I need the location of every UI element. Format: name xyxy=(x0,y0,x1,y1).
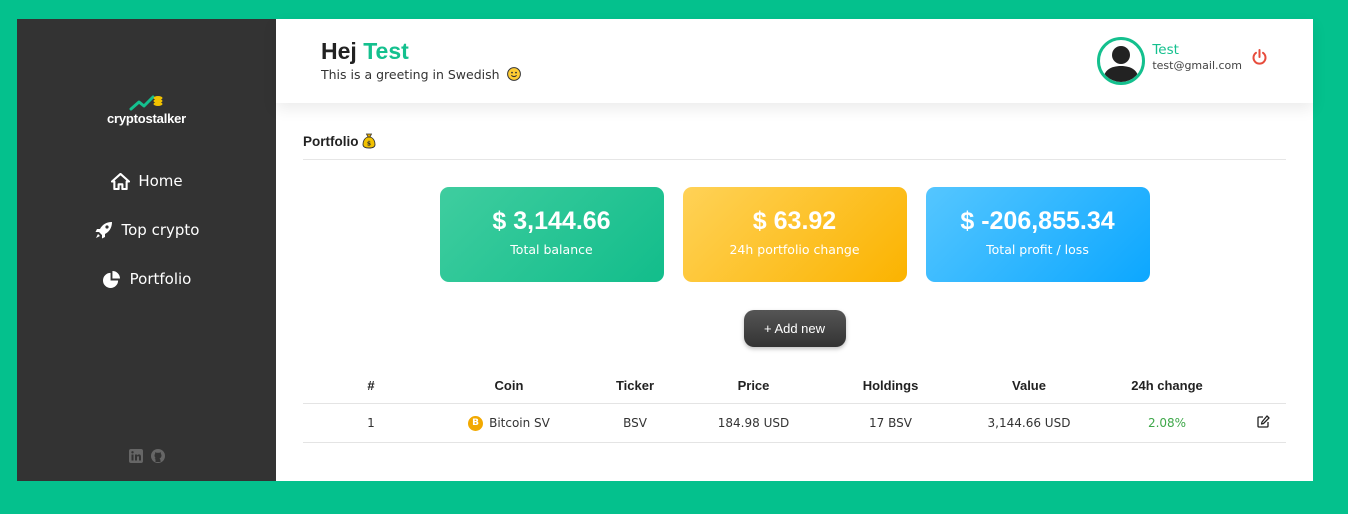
column-header-actions xyxy=(1241,369,1286,404)
column-header-24h-change: 24h change xyxy=(1093,369,1241,404)
rocket-icon xyxy=(94,220,114,240)
greeting-name: Test xyxy=(363,38,409,64)
card-label: Total profit / loss xyxy=(986,242,1089,257)
pie-chart-icon xyxy=(102,269,122,289)
table-header-row: # Coin Ticker Price Holdings Value 24h c… xyxy=(303,369,1286,404)
coin-wrapper: B Bitcoin SV xyxy=(468,415,550,431)
money-bag-icon: $ xyxy=(362,133,376,149)
logo-chart-icon xyxy=(129,95,162,111)
card-label: Total balance xyxy=(510,242,593,257)
bitcoin-sv-icon: B xyxy=(468,415,484,431)
logo[interactable]: cryptostalker xyxy=(17,91,276,126)
column-header-number: # xyxy=(303,369,439,404)
greeting-prefix: Hej xyxy=(321,38,357,64)
add-new-wrapper: + Add new xyxy=(303,310,1286,347)
sidebar-item-label: Home xyxy=(138,172,183,190)
edit-icon[interactable] xyxy=(1257,414,1270,428)
coin-name: Bitcoin SV xyxy=(489,416,550,431)
total-balance-card: $ 3,144.66 Total balance xyxy=(439,187,664,282)
social-links xyxy=(17,449,276,463)
summary-cards: $ 3,144.66 Total balance $ 63.92 24h por… xyxy=(303,187,1286,282)
sidebar-item-label: Portfolio xyxy=(129,270,192,288)
github-icon[interactable] xyxy=(150,449,165,463)
home-icon xyxy=(110,171,130,191)
holdings-table: # Coin Ticker Price Holdings Value 24h c… xyxy=(303,369,1286,443)
sidebar: cryptostalker Home Top crypto Portfolio xyxy=(17,19,276,481)
portfolio-section: Portfolio $ $ 3,144.66 Total balance $ 6… xyxy=(303,133,1286,443)
sidebar-item-portfolio[interactable]: Portfolio xyxy=(17,267,276,291)
card-value: $ -206,855.34 xyxy=(960,207,1115,235)
cell-actions xyxy=(1241,403,1286,443)
portfolio-change-card: $ 63.92 24h portfolio change xyxy=(682,187,907,282)
column-header-holdings: Holdings xyxy=(816,369,965,404)
cell-number: 1 xyxy=(303,403,439,443)
greeting-subtitle-text: This is a greeting in Swedish xyxy=(321,67,500,82)
profit-loss-card: $ -206,855.34 Total profit / loss xyxy=(925,187,1150,282)
logout-power-icon[interactable] xyxy=(1251,48,1268,66)
add-new-button[interactable]: + Add new xyxy=(743,310,846,347)
logo-text: cryptostalker xyxy=(106,111,187,126)
smiley-emoji-icon xyxy=(506,67,521,81)
sidebar-item-top-crypto[interactable]: Top crypto xyxy=(17,218,276,242)
sidebar-item-label: Top crypto xyxy=(121,221,200,239)
column-header-coin: Coin xyxy=(439,369,579,404)
card-value: $ 3,144.66 xyxy=(492,207,611,235)
main-panel: Hej Test This is a greeting in Swedish T… xyxy=(276,19,1313,481)
linkedin-icon[interactable] xyxy=(128,449,143,463)
cell-holdings: 17 BSV xyxy=(816,403,965,443)
table-row[interactable]: 1 B Bitcoin SV BSV 184.98 USD 17 BSV 3,1… xyxy=(303,403,1286,443)
svg-text:$: $ xyxy=(366,141,370,148)
cell-coin: B Bitcoin SV xyxy=(439,403,579,443)
avatar[interactable] xyxy=(1097,37,1146,85)
card-value: $ 63.92 xyxy=(752,207,837,235)
app-window: cryptostalker Home Top crypto Portfolio xyxy=(17,19,1313,481)
user-email: test@gmail.com xyxy=(1152,59,1242,72)
cell-24h-change: 2.08% xyxy=(1093,403,1241,443)
sidebar-item-home[interactable]: Home xyxy=(17,169,276,193)
portfolio-title: Portfolio xyxy=(303,133,359,149)
top-header: Hej Test This is a greeting in Swedish T… xyxy=(276,19,1313,103)
sidebar-nav: Home Top crypto Portfolio xyxy=(17,169,276,316)
card-label: 24h portfolio change xyxy=(729,242,860,257)
greeting-title: Hej Test xyxy=(321,38,521,65)
column-header-ticker: Ticker xyxy=(579,369,691,404)
greeting: Hej Test This is a greeting in Swedish xyxy=(321,38,521,82)
user-silhouette-icon xyxy=(1103,46,1140,82)
cell-price: 184.98 USD xyxy=(691,403,816,443)
cell-value: 3,144.66 USD xyxy=(965,403,1093,443)
cell-ticker: BSV xyxy=(579,403,691,443)
greeting-subtitle: This is a greeting in Swedish xyxy=(321,67,521,82)
column-header-value: Value xyxy=(965,369,1093,404)
user-name: Test xyxy=(1152,42,1179,58)
user-profile: Test test@gmail.com xyxy=(1097,37,1268,85)
column-header-price: Price xyxy=(691,369,816,404)
portfolio-heading: Portfolio $ xyxy=(303,133,1286,160)
user-info: Test test@gmail.com xyxy=(1152,42,1242,72)
